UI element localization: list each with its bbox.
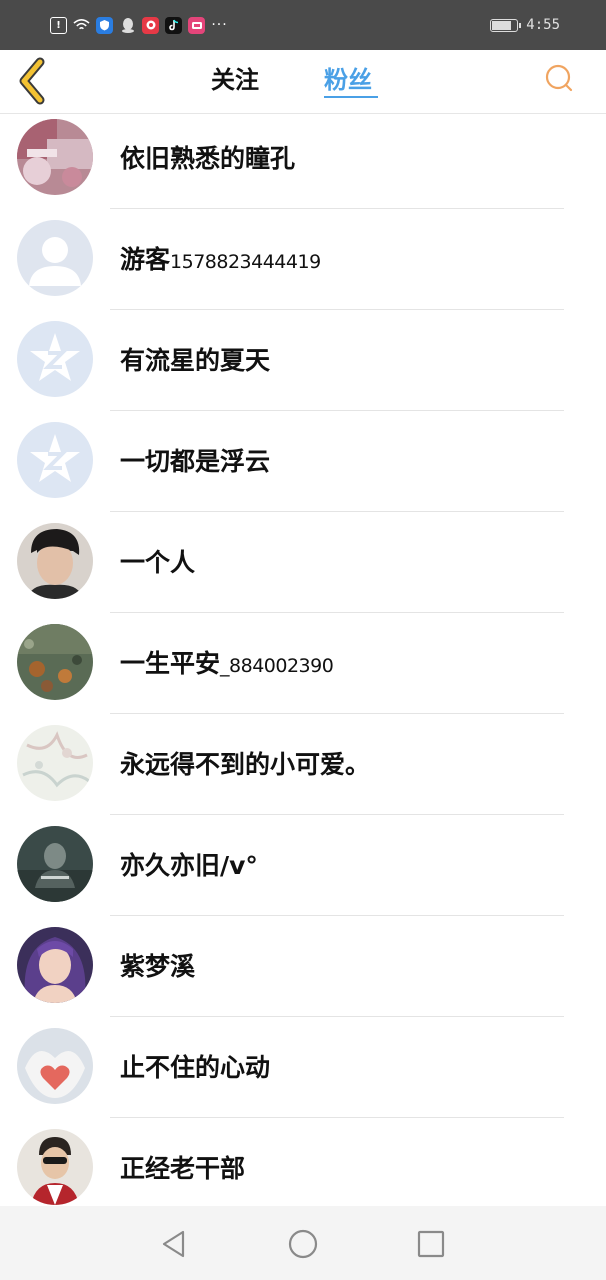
shield-app-icon: [96, 16, 113, 34]
divider: [110, 410, 564, 411]
fans-list: 依旧熟悉的瞳孔 游客1578823444419 有流星的夏天 一切都是浮云 一个…: [0, 114, 606, 1225]
divider: [110, 309, 564, 310]
nav-recent-button[interactable]: [413, 1226, 449, 1262]
nav-home-icon: [288, 1229, 318, 1259]
fan-name: 止不住的心动: [120, 1050, 270, 1086]
avatar: [17, 119, 93, 195]
list-item[interactable]: 游客1578823444419: [0, 215, 606, 316]
fan-name: 亦久亦旧/v°: [120, 848, 258, 884]
divider: [110, 1016, 564, 1017]
avatar: [17, 1028, 93, 1104]
search-button[interactable]: [542, 62, 576, 96]
default-star-logo-icon: [17, 321, 93, 397]
avatar: [17, 624, 93, 700]
default-star-logo-icon: [17, 422, 93, 498]
avatar: [17, 1129, 93, 1205]
fan-name-text: 紫梦溪: [120, 952, 196, 981]
avatar: [17, 725, 93, 801]
fan-name: 一切都是浮云: [120, 444, 270, 480]
header: 关注 粉丝: [0, 50, 606, 114]
divider: [110, 612, 564, 613]
fan-name-suffix: 1578823444419: [170, 251, 321, 273]
list-item[interactable]: 一生平安_884002390: [0, 619, 606, 720]
list-item[interactable]: 一切都是浮云: [0, 417, 606, 518]
fan-name-text: 正经老干部: [120, 1154, 246, 1183]
battery-level: [492, 20, 512, 30]
fan-name-text: 永远得不到的小可爱。: [120, 750, 371, 779]
avatar: [17, 321, 93, 397]
nav-recent-icon: [417, 1230, 445, 1258]
fan-name-suffix: _884002390: [220, 655, 334, 677]
battery-icon: [490, 18, 522, 32]
active-tab-indicator: [324, 96, 378, 98]
list-item[interactable]: 永远得不到的小可爱。: [0, 720, 606, 821]
avatar: [17, 220, 93, 296]
divider: [110, 1117, 564, 1118]
status-icons: ! ···: [50, 14, 228, 36]
status-bar: ! ··· 4:55: [0, 0, 606, 50]
divider: [110, 814, 564, 815]
tiktok-icon: [165, 16, 182, 34]
fan-name: 一个人: [120, 545, 195, 581]
nav-back-icon: [162, 1230, 185, 1258]
tab-following[interactable]: 关注: [211, 62, 259, 98]
avatar: [17, 826, 93, 902]
fan-name-text: 游客: [120, 245, 171, 274]
list-item[interactable]: 紫梦溪: [0, 922, 606, 1023]
avatar: [17, 523, 93, 599]
fan-name-text: 依旧熟悉的瞳孔: [120, 144, 296, 173]
nav-back-button[interactable]: [157, 1226, 193, 1262]
fan-name: 正经老干部: [120, 1151, 245, 1187]
list-item[interactable]: 依旧熟悉的瞳孔: [0, 114, 606, 215]
list-item[interactable]: 有流星的夏天: [0, 316, 606, 417]
fan-name-text: 有流星的夏天: [120, 346, 271, 375]
avatar: [17, 422, 93, 498]
more-icon: ···: [211, 17, 228, 33]
music-app-icon: [142, 16, 159, 34]
fan-name-text: 亦久亦旧/v°: [120, 851, 258, 880]
list-item[interactable]: 亦久亦旧/v°: [0, 821, 606, 922]
fan-name: 永远得不到的小可爱。: [120, 747, 370, 783]
fan-name: 游客1578823444419: [120, 242, 321, 280]
fan-name: 有流星的夏天: [120, 343, 270, 379]
default-user-icon: [17, 220, 93, 296]
status-right: 4:55: [490, 14, 560, 36]
fan-name-text: 止不住的心动: [120, 1053, 271, 1082]
divider: [110, 713, 564, 714]
divider: [110, 915, 564, 916]
fan-name-text: 一生平安: [120, 649, 221, 678]
fan-name: 一生平安_884002390: [120, 646, 334, 684]
fan-name-text: 一个人: [120, 548, 196, 577]
list-item[interactable]: 一个人: [0, 518, 606, 619]
tab-fans[interactable]: 粉丝: [324, 62, 372, 98]
wifi-icon: [73, 17, 90, 34]
fan-name-text: 一切都是浮云: [120, 447, 271, 476]
clock: 4:55: [526, 17, 560, 33]
qq-icon: [119, 17, 136, 34]
avatar: [17, 927, 93, 1003]
tab-bar: 关注 粉丝: [0, 50, 606, 113]
fan-name: 依旧熟悉的瞳孔: [120, 141, 295, 177]
list-item[interactable]: 止不住的心动: [0, 1023, 606, 1124]
divider: [110, 208, 564, 209]
video-app-icon: [188, 16, 205, 34]
alert-icon: !: [50, 16, 67, 34]
search-icon: [545, 64, 573, 92]
nav-home-button[interactable]: [285, 1226, 321, 1262]
system-nav-bar: [0, 1206, 606, 1280]
fan-name: 紫梦溪: [120, 949, 195, 985]
divider: [110, 511, 564, 512]
